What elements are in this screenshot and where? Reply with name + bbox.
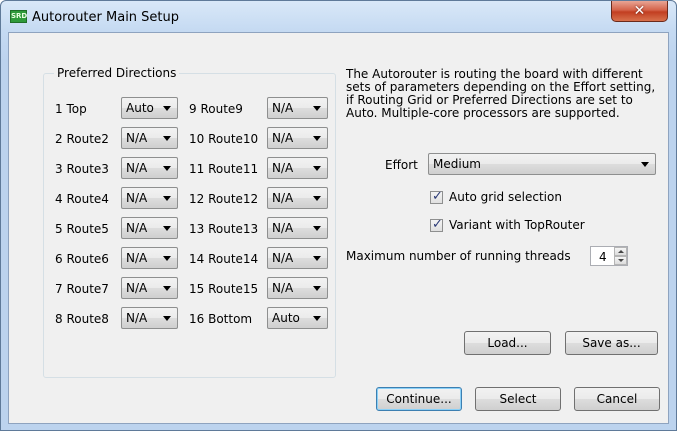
checkmark-icon: ✓ xyxy=(432,217,443,232)
chevron-down-icon xyxy=(313,166,321,171)
direction-combo[interactable]: N/A xyxy=(121,247,178,269)
save-as-button[interactable]: Save as... xyxy=(565,331,658,355)
variant-toprouter-checkbox[interactable]: ✓ xyxy=(430,217,443,232)
direction-combo[interactable]: Auto xyxy=(121,97,178,119)
threads-label: Maximum number of running threads xyxy=(346,249,571,263)
close-icon: ✕ xyxy=(633,3,646,19)
layer-label: 9 Route9 xyxy=(189,102,243,116)
direction-combo[interactable]: Auto xyxy=(267,307,328,329)
auto-grid-label: Auto grid selection xyxy=(449,190,562,204)
window-title: Autorouter Main Setup xyxy=(32,10,180,25)
direction-combo[interactable]: N/A xyxy=(121,157,178,179)
spin-down-icon[interactable] xyxy=(614,256,627,265)
app-icon: SRD xyxy=(10,10,27,23)
chevron-down-icon xyxy=(163,226,171,231)
select-button[interactable]: Select xyxy=(475,387,561,411)
direction-combo[interactable]: N/A xyxy=(121,127,178,149)
effort-label: Effort xyxy=(385,158,418,172)
chevron-down-icon xyxy=(163,136,171,141)
chevron-down-icon xyxy=(163,196,171,201)
layer-label: 16 Bottom xyxy=(189,312,253,326)
chevron-down-icon xyxy=(163,106,171,111)
title-bar: SRD Autorouter Main Setup ✕ xyxy=(1,1,676,29)
layer-label: 8 Route8 xyxy=(55,312,109,326)
chevron-down-icon xyxy=(313,316,321,321)
layer-label: 6 Route6 xyxy=(55,252,109,266)
layer-label: 10 Route10 xyxy=(189,132,259,146)
direction-combo[interactable]: N/A xyxy=(121,217,178,239)
chevron-down-icon xyxy=(313,256,321,261)
layer-label: 2 Route2 xyxy=(55,132,109,146)
chevron-down-icon xyxy=(163,166,171,171)
chevron-down-icon xyxy=(163,286,171,291)
group-title: Preferred Directions xyxy=(54,66,180,80)
layer-label: 7 Route7 xyxy=(55,282,109,296)
autorouter-dialog: SRD Autorouter Main Setup ✕ Preferred Di… xyxy=(0,0,677,431)
chevron-down-icon xyxy=(313,286,321,291)
threads-value[interactable]: 4 xyxy=(599,250,607,264)
load-button[interactable]: Load... xyxy=(464,331,551,355)
continue-button[interactable]: Continue... xyxy=(376,387,462,411)
direction-combo[interactable]: N/A xyxy=(267,277,328,299)
direction-combo[interactable]: N/A xyxy=(267,187,328,209)
threads-spinner[interactable]: 4 xyxy=(590,246,628,266)
direction-combo[interactable]: N/A xyxy=(121,187,178,209)
layer-label: 3 Route3 xyxy=(55,162,109,176)
layer-label: 11 Route11 xyxy=(189,162,259,176)
spin-up-icon[interactable] xyxy=(614,247,627,256)
dialog-body: Preferred Directions 1 Top Auto 2 Route2… xyxy=(8,32,669,424)
chevron-down-icon xyxy=(313,136,321,141)
description-text: The Autorouter is routing the board with… xyxy=(346,67,656,120)
layer-label: 4 Route4 xyxy=(55,192,109,206)
direction-combo[interactable]: N/A xyxy=(267,247,328,269)
direction-combo[interactable]: N/A xyxy=(267,157,328,179)
direction-combo[interactable]: N/A xyxy=(267,97,328,119)
direction-combo[interactable]: N/A xyxy=(121,277,178,299)
direction-combo[interactable]: N/A xyxy=(267,127,328,149)
auto-grid-checkbox[interactable]: ✓ xyxy=(430,189,443,204)
chevron-down-icon xyxy=(163,256,171,261)
direction-combo[interactable]: N/A xyxy=(267,217,328,239)
close-button[interactable]: ✕ xyxy=(611,1,668,22)
chevron-down-icon xyxy=(641,162,649,167)
layer-label: 12 Route12 xyxy=(189,192,259,206)
layer-label: 1 Top xyxy=(55,102,87,116)
layer-label: 5 Route5 xyxy=(55,222,109,236)
direction-combo[interactable]: N/A xyxy=(121,307,178,329)
cancel-button[interactable]: Cancel xyxy=(574,387,660,411)
chevron-down-icon xyxy=(163,316,171,321)
layer-label: 15 Route15 xyxy=(189,282,259,296)
checkmark-icon: ✓ xyxy=(432,189,443,204)
chevron-down-icon xyxy=(313,196,321,201)
layer-label: 13 Route13 xyxy=(189,222,259,236)
chevron-down-icon xyxy=(313,226,321,231)
chevron-down-icon xyxy=(313,106,321,111)
effort-combo[interactable]: Medium xyxy=(428,153,656,175)
preferred-directions-group: Preferred Directions 1 Top Auto 2 Route2… xyxy=(43,66,336,378)
variant-toprouter-label: Variant with TopRouter xyxy=(449,218,585,232)
layer-label: 14 Route14 xyxy=(189,252,259,266)
